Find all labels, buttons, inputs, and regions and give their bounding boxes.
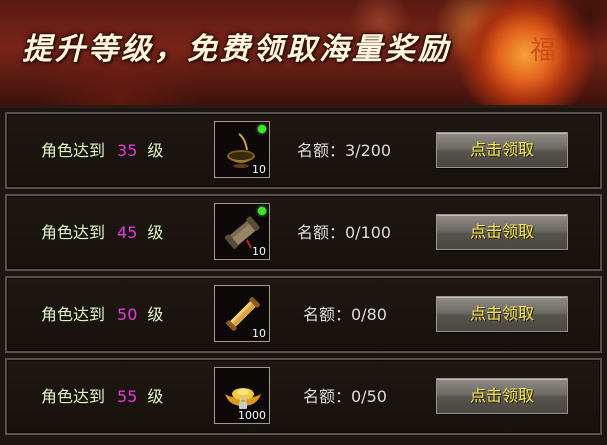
reward-row-50: 角色达到 50 级 10 名额：0/80 点击领取 — [5, 276, 602, 353]
claim-button[interactable]: 点击领取 — [436, 132, 568, 168]
item-count: 10 — [252, 327, 266, 340]
item-count: 10 — [252, 163, 266, 176]
level-requirement: 角色达到 35 级 — [41, 114, 163, 187]
reward-row-35: 角色达到 35 级 10 名额：3/200 点击领取 — [5, 112, 602, 189]
requirement-prefix: 角色达到 — [41, 387, 106, 406]
requirement-prefix: 角色达到 — [41, 223, 106, 242]
banner-title: 提升等级，免费领取海量奖励 — [22, 32, 451, 67]
level-value: 55 — [117, 387, 138, 406]
level-value: 45 — [117, 223, 138, 242]
level-requirement: 角色达到 55 级 — [41, 360, 163, 433]
new-indicator-dot — [258, 207, 266, 215]
level-requirement: 角色达到 45 级 — [41, 196, 163, 269]
level-suffix: 级 — [147, 141, 164, 160]
item-slot[interactable]: 10 — [214, 203, 270, 260]
level-suffix: 级 — [147, 387, 164, 406]
reward-row-45: 角色达到 45 级 10 名额：0/100 点击领取 — [5, 194, 602, 271]
level-suffix: 级 — [147, 305, 164, 324]
quota-text: 名额：0/50 — [303, 387, 387, 406]
quota-text: 名额：0/100 — [297, 223, 392, 242]
claim-button[interactable]: 点击领取 — [436, 296, 568, 332]
item-count: 1000 — [238, 409, 266, 422]
requirement-prefix: 角色达到 — [41, 305, 106, 324]
level-requirement: 角色达到 50 级 — [41, 278, 163, 351]
lantern-character: 福 — [530, 36, 557, 66]
item-count: 10 — [252, 245, 266, 258]
item-slot[interactable]: 10 — [214, 285, 270, 342]
reward-list: 角色达到 35 级 10 名额：3/200 点击领取 角色达到 45 级 10 … — [0, 108, 607, 445]
requirement-prefix: 角色达到 — [41, 141, 106, 160]
item-slot[interactable]: 1000 — [214, 367, 270, 424]
item-slot[interactable]: 10 — [214, 121, 270, 178]
quota-text: 名额：3/200 — [297, 141, 392, 160]
new-indicator-dot — [258, 125, 266, 133]
claim-button[interactable]: 点击领取 — [436, 378, 568, 414]
reward-row-55: 角色达到 55 级 1000 名额：0/50 点击领取 — [5, 358, 602, 435]
level-value: 50 — [117, 305, 138, 324]
level-value: 35 — [117, 141, 138, 160]
quota-text: 名额：0/80 — [303, 305, 387, 324]
banner: 提升等级，免费领取海量奖励 福 — [0, 0, 607, 108]
claim-button[interactable]: 点击领取 — [436, 214, 568, 250]
level-suffix: 级 — [147, 223, 164, 242]
